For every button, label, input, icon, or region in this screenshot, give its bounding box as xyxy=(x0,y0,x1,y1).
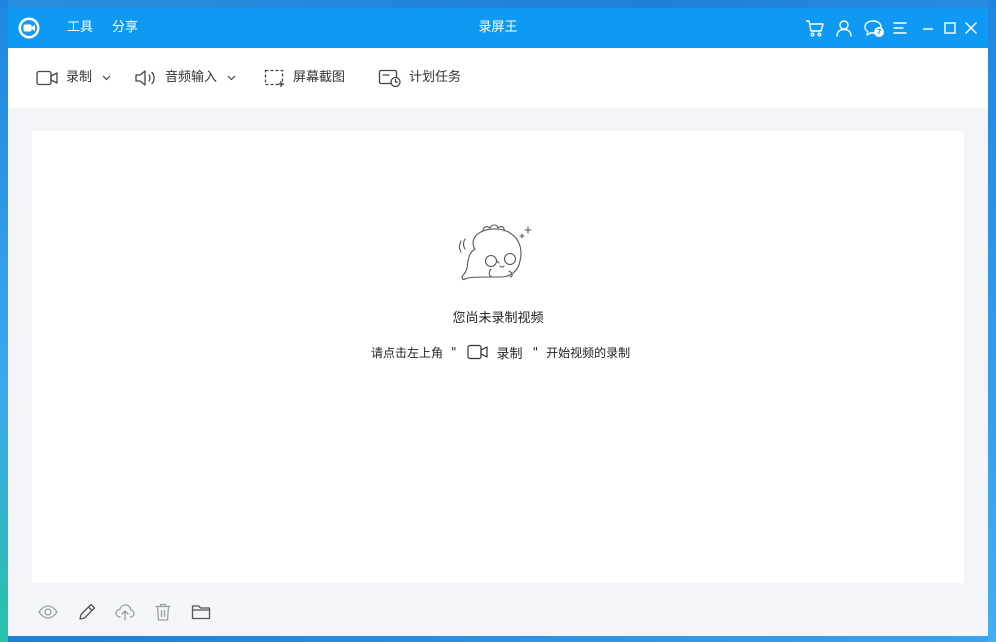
empty-state-title: 您尚未录制视频 xyxy=(452,311,544,326)
chevron-down-icon[interactable] xyxy=(102,75,111,81)
record-label: 录制 xyxy=(66,70,93,85)
screenshot-label: 屏幕截图 xyxy=(293,70,346,85)
chevron-down-icon[interactable] xyxy=(227,75,236,81)
eye-icon[interactable] xyxy=(37,601,59,623)
screenshot-button[interactable]: 屏幕截图 xyxy=(264,68,345,88)
scheduled-task-label: 计划任务 xyxy=(409,70,462,85)
hint-quote-open: " xyxy=(451,345,457,359)
minimize-icon[interactable] xyxy=(918,18,938,38)
menu-icon[interactable] xyxy=(890,18,910,38)
hint-prefix: 请点击左上角 xyxy=(371,345,444,360)
scheduled-task-button[interactable]: 计划任务 xyxy=(378,68,461,88)
folder-icon[interactable] xyxy=(190,601,212,623)
video-camera-icon xyxy=(36,70,58,86)
cart-icon[interactable] xyxy=(805,18,825,38)
desktop-background-left xyxy=(0,0,8,642)
hint-record-label: 录制 xyxy=(496,346,523,362)
crop-region-icon xyxy=(264,69,284,87)
recordings-list-area: 您尚未录制视频 请点击左上角 " 录制 " 开始视频的录制 xyxy=(32,131,964,583)
user-icon[interactable] xyxy=(834,18,854,38)
audio-input-button[interactable]: 音频输入 xyxy=(134,68,236,88)
chat-badge: 7 xyxy=(874,27,884,37)
maximize-icon[interactable] xyxy=(940,18,960,38)
empty-mascot-icon xyxy=(453,219,543,295)
desktop-background-right xyxy=(988,0,996,642)
speaker-icon xyxy=(135,70,155,86)
hint-suffix: 开始视频的录制 xyxy=(546,345,631,360)
pencil-icon[interactable] xyxy=(76,601,98,623)
main-toolbar: 录制 音频输入 屏幕截图 计划任务 xyxy=(8,48,988,108)
app-window: 工具 分享 录屏王 7 录制 音频输入 屏幕截图 计划任务 您尚未录制视频 请点… xyxy=(8,8,988,636)
trash-icon[interactable] xyxy=(152,601,174,623)
empty-state-hint: 请点击左上角 " 录制 " 开始视频的录制 xyxy=(371,342,630,362)
hint-quote-close: " xyxy=(532,345,539,359)
schedule-clock-icon xyxy=(378,69,401,88)
title-bar: 工具 分享 录屏王 7 xyxy=(8,8,988,48)
audio-input-label: 音频输入 xyxy=(165,70,218,85)
video-camera-icon xyxy=(466,344,488,360)
bottom-action-bar xyxy=(8,596,988,636)
chat-icon[interactable]: 7 xyxy=(863,18,884,38)
record-button[interactable]: 录制 xyxy=(36,68,111,88)
cloud-upload-icon[interactable] xyxy=(114,601,136,623)
close-icon[interactable] xyxy=(961,18,981,38)
